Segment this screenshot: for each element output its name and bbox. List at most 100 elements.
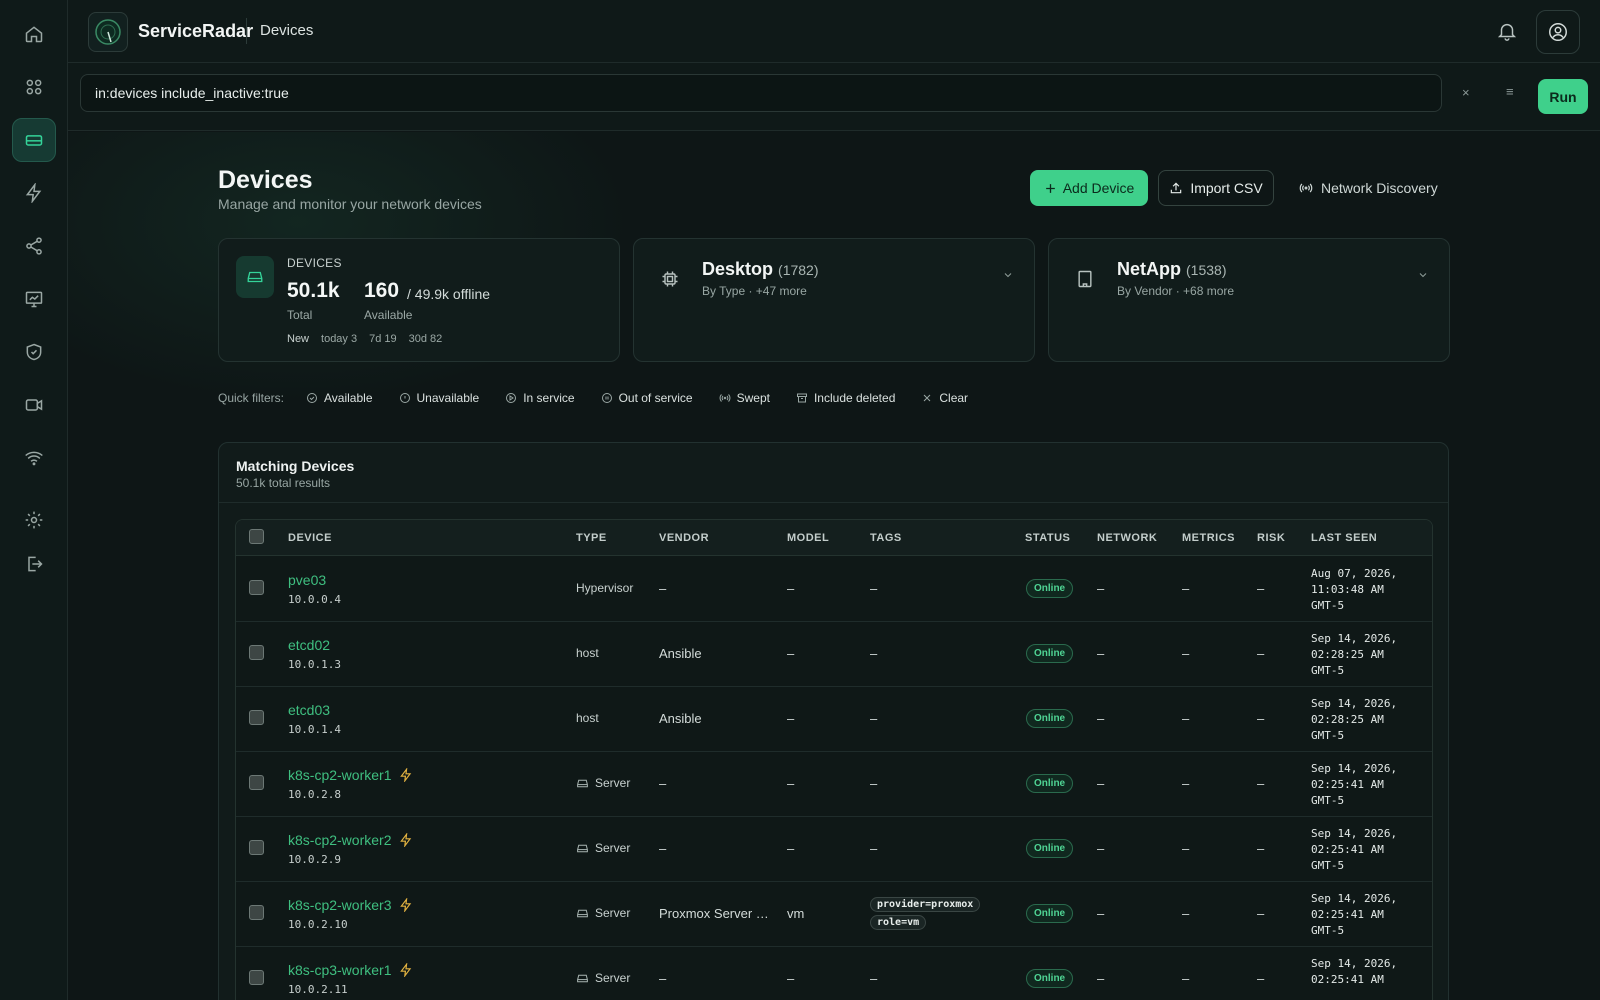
device-metrics: – (1182, 646, 1190, 661)
chevron-down-icon[interactable] (1002, 269, 1014, 281)
new-devices-row: New today 3 7d 19 30d 82 (287, 333, 442, 345)
device-name-link[interactable]: k8s-cp2-worker3 (288, 897, 413, 913)
app-name: ServiceRadar (138, 21, 254, 41)
col-type[interactable]: TYPE (576, 532, 607, 544)
new-30d[interactable]: 30d 82 (409, 333, 443, 345)
filter-unavailable-label: Unavailable (416, 391, 480, 405)
filter-clear[interactable]: Clear (921, 391, 968, 405)
table-row[interactable]: pve03 10.0.0.4 Hypervisor – – – Online –… (236, 557, 1432, 622)
user-menu-button[interactable] (1536, 10, 1580, 54)
row-checkbox[interactable] (249, 970, 264, 985)
new-7d[interactable]: 7d 19 (369, 333, 397, 345)
tag-chip[interactable]: provider=proxmox (870, 897, 981, 912)
filter-available[interactable]: Available (306, 391, 373, 405)
network-discovery-button[interactable]: Network Discovery (1298, 170, 1438, 206)
device-type-label: Server (595, 971, 631, 985)
query-input[interactable] (80, 74, 1442, 112)
sidebar-item-wireless[interactable] (12, 436, 56, 480)
row-checkbox[interactable] (249, 645, 264, 660)
row-checkbox[interactable] (249, 840, 264, 855)
filter-unavailable[interactable]: Unavailable (399, 391, 480, 405)
filter-include-deleted[interactable]: Include deleted (796, 391, 895, 405)
device-ip: 10.0.2.10 (288, 918, 348, 931)
col-last-seen[interactable]: LAST SEEN (1311, 532, 1377, 544)
col-metrics[interactable]: METRICS (1182, 532, 1235, 544)
plus-icon (1045, 183, 1055, 193)
device-name-link[interactable]: etcd03 (288, 702, 330, 718)
device-type-label: host (576, 711, 599, 725)
devices-stats-card: DEVICES 50.1k 160 / 49.9k offline Total … (218, 238, 620, 362)
device-name-link[interactable]: k8s-cp2-worker2 (288, 832, 413, 848)
device-risk: – (1257, 646, 1265, 661)
device-type-label: Server (595, 841, 631, 855)
table-row[interactable]: k8s-cp2-worker1 10.0.2.8 Server – – – On… (236, 752, 1432, 817)
device-model: – (787, 776, 795, 791)
bell-icon[interactable] (1496, 20, 1518, 42)
table-row[interactable]: etcd02 10.0.1.3 host Ansible – – Online … (236, 622, 1432, 687)
sidebar-item-devices[interactable] (12, 118, 56, 162)
col-risk[interactable]: RISK (1257, 532, 1285, 544)
import-csv-button[interactable]: Import CSV (1158, 170, 1274, 206)
table-row[interactable]: k8s-cp2-worker2 10.0.2.9 Server – – – On… (236, 817, 1432, 882)
building-icon (1078, 270, 1092, 288)
add-device-button[interactable]: Add Device (1030, 170, 1148, 206)
devices-icon (25, 135, 43, 146)
query-clear-button[interactable]: × (1462, 85, 1470, 100)
device-ip: 10.0.0.4 (288, 593, 341, 606)
sidebar-item-analytics[interactable] (12, 277, 56, 321)
col-network[interactable]: NETWORK (1097, 532, 1157, 544)
filter-out-of-service-label: Out of service (618, 391, 693, 405)
query-bar: × ≡ Run (68, 63, 1600, 131)
row-checkbox[interactable] (249, 710, 264, 725)
select-all-checkbox[interactable] (249, 529, 264, 544)
breadcrumb: Devices (260, 22, 314, 39)
col-vendor[interactable]: VENDOR (659, 532, 709, 544)
app-logo[interactable] (88, 12, 128, 52)
row-checkbox[interactable] (249, 580, 264, 595)
device-network: – (1097, 841, 1105, 856)
tag-chip[interactable]: role=vm (870, 915, 927, 930)
device-metrics: – (1182, 776, 1190, 791)
sidebar-item-security[interactable] (12, 330, 56, 374)
filter-available-label: Available (324, 391, 373, 405)
type-summary-card[interactable]: Desktop (1782) By Type · +47 more (633, 238, 1035, 362)
device-name-link[interactable]: k8s-cp3-worker1 (288, 962, 413, 978)
col-tags[interactable]: TAGS (870, 532, 902, 544)
new-today[interactable]: today 3 (321, 333, 357, 345)
status-badge: Online (1026, 969, 1074, 988)
device-vendor: – (659, 971, 667, 986)
share-icon (26, 237, 42, 255)
device-name-link[interactable]: k8s-cp2-worker1 (288, 767, 413, 783)
vendor-summary-card[interactable]: NetApp (1538) By Vendor · +68 more (1048, 238, 1450, 362)
device-model: – (787, 646, 795, 661)
filter-out-of-service[interactable]: Out of service (601, 391, 693, 405)
quick-filters-label: Quick filters: (218, 391, 285, 405)
sidebar-item-home[interactable] (12, 12, 56, 56)
table-header: DEVICE TYPE VENDOR MODEL TAGS STATUS NET… (236, 520, 1432, 556)
sidebar-item-cameras[interactable] (12, 383, 56, 427)
col-status[interactable]: STATUS (1025, 532, 1070, 544)
device-name-link[interactable]: etcd02 (288, 637, 330, 653)
table-row[interactable]: etcd03 10.0.1.4 host Ansible – – Online … (236, 687, 1432, 752)
sidebar-item-settings[interactable] (12, 498, 56, 542)
table-row[interactable]: k8s-cp2-worker3 10.0.2.10 Server Proxmox… (236, 882, 1432, 947)
table-row[interactable]: k8s-cp3-worker1 10.0.2.11 Server – – – O… (236, 947, 1432, 1000)
filter-in-service[interactable]: In service (505, 391, 575, 405)
sidebar-item-logout[interactable] (12, 542, 56, 586)
device-metrics: – (1182, 906, 1190, 921)
row-checkbox[interactable] (249, 905, 264, 920)
col-model[interactable]: MODEL (787, 532, 829, 544)
sidebar-item-events[interactable] (12, 171, 56, 215)
sidebar-item-dashboard[interactable] (12, 65, 56, 109)
device-ip: 10.0.2.9 (288, 853, 341, 866)
device-name-link[interactable]: pve03 (288, 572, 326, 588)
row-checkbox[interactable] (249, 775, 264, 790)
device-name: k8s-cp2-worker1 (288, 767, 392, 783)
query-filter-button[interactable]: ≡ (1506, 84, 1514, 99)
sidebar-item-topology[interactable] (12, 224, 56, 268)
filter-swept[interactable]: Swept (719, 391, 770, 405)
col-device[interactable]: DEVICE (288, 532, 332, 544)
chevron-down-icon[interactable] (1417, 269, 1429, 281)
shield-icon (26, 343, 42, 361)
run-button[interactable]: Run (1538, 79, 1588, 114)
